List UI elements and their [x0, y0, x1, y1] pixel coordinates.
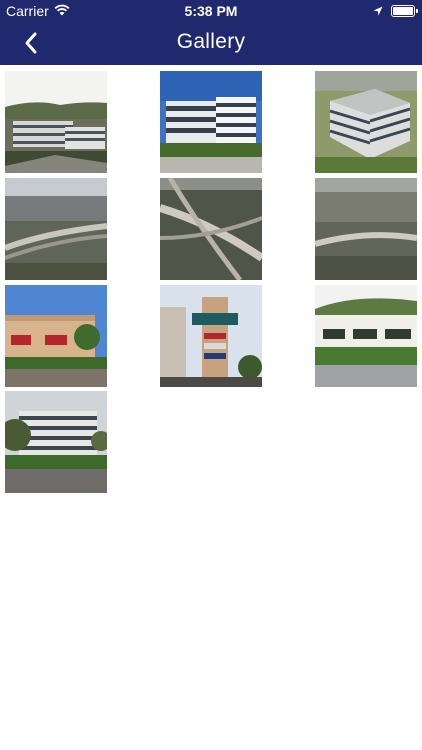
gallery-photo-4[interactable] — [5, 178, 107, 280]
gallery-photo-9[interactable] — [315, 285, 417, 387]
status-bar: Carrier 5:38 PM — [0, 0, 422, 22]
gallery-photo-7[interactable] — [5, 285, 107, 387]
storefront-street-photo — [315, 285, 417, 387]
retail-center-photo — [5, 285, 107, 387]
status-time: 5:38 PM — [184, 3, 238, 19]
page-title: Gallery — [176, 30, 246, 53]
gallery-photo-1[interactable] — [5, 71, 107, 173]
office-hillside-photo — [5, 71, 107, 173]
location-arrow-icon — [373, 3, 383, 19]
shopping-center-sign-photo — [160, 285, 262, 387]
office-building-trees-photo — [5, 391, 107, 493]
battery-icon — [391, 5, 418, 17]
office-aerial-rendering-photo — [315, 71, 417, 173]
aerial-suburb-photo — [315, 178, 417, 280]
gallery-photo-6[interactable] — [315, 178, 417, 280]
aerial-interchange-photo — [160, 178, 262, 280]
gallery-photo-5[interactable] — [160, 178, 262, 280]
gallery-photo-2[interactable] — [160, 71, 262, 173]
gallery-photo-10[interactable] — [5, 391, 107, 493]
aerial-freeway-photo — [5, 178, 107, 280]
gallery-photo-3[interactable] — [315, 71, 417, 173]
status-right — [373, 3, 418, 19]
office-tower-blue-sky-photo — [160, 71, 262, 173]
navigation-bar: Gallery — [0, 22, 422, 65]
gallery-photo-8[interactable] — [160, 285, 262, 387]
